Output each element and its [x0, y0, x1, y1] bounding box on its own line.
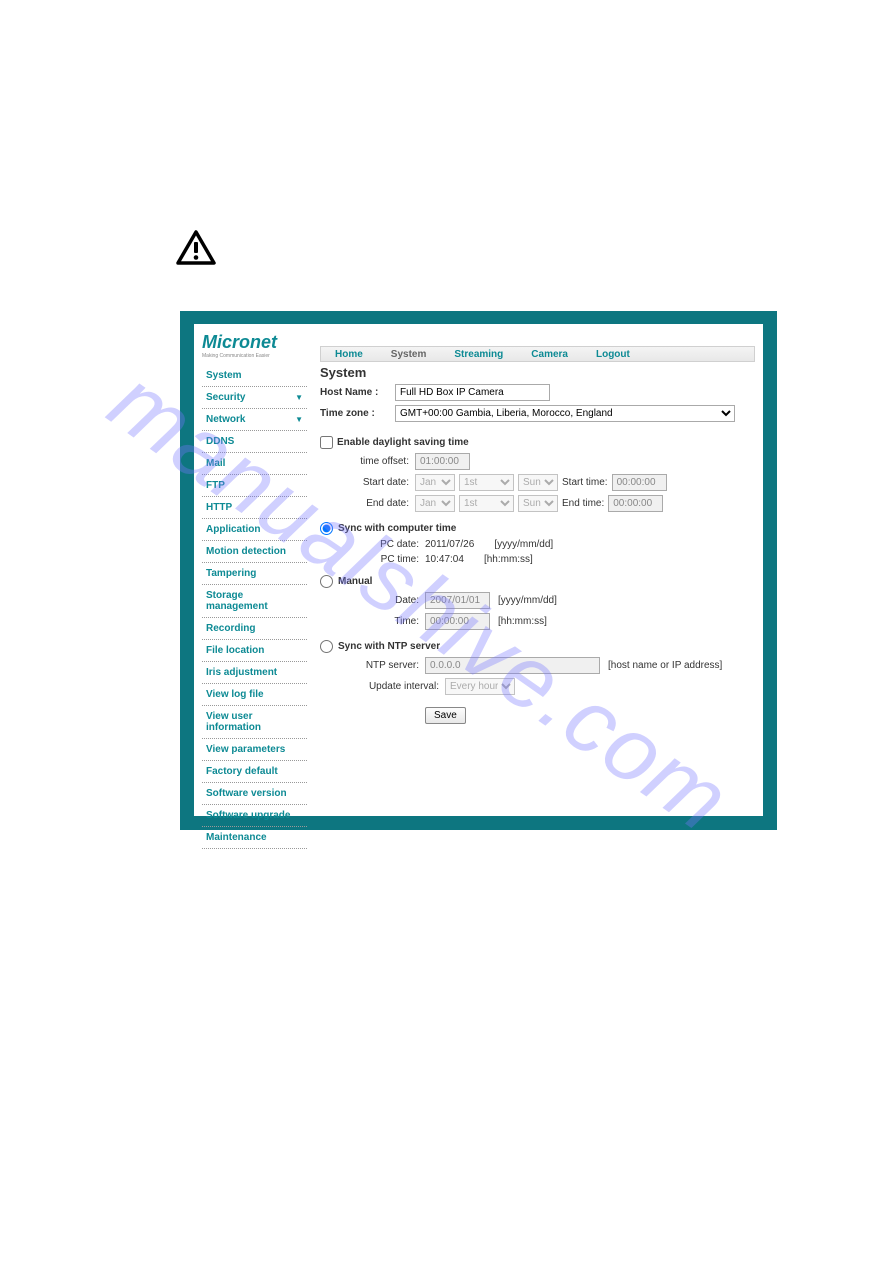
- end-date-label: End date:: [320, 498, 415, 509]
- nav-camera[interactable]: Camera: [517, 349, 582, 360]
- page-title: System: [320, 365, 755, 380]
- ntp-server-hint: [host name or IP address]: [608, 660, 722, 671]
- sidebar-item-file-location[interactable]: File location: [202, 640, 307, 662]
- chevron-down-icon: ▼: [295, 415, 303, 424]
- sidebar-item-maintenance[interactable]: Maintenance: [202, 827, 307, 849]
- start-day-select[interactable]: Sun: [518, 474, 558, 491]
- pc-date-label: PC date:: [360, 539, 425, 550]
- sidebar-item-application[interactable]: Application: [202, 519, 307, 541]
- sidebar-item-ddns[interactable]: DDNS: [202, 431, 307, 453]
- start-date-label: Start date:: [320, 477, 415, 488]
- warning-icon: [176, 230, 216, 269]
- pc-time-value: 10:47:04: [425, 554, 464, 565]
- sidebar-item-mail[interactable]: Mail: [202, 453, 307, 475]
- sync-computer-radio[interactable]: [320, 522, 333, 535]
- sidebar-item-tampering[interactable]: Tampering: [202, 563, 307, 585]
- time-offset-label: time offset:: [320, 456, 415, 467]
- sidebar-item-iris-adjustment[interactable]: Iris adjustment: [202, 662, 307, 684]
- manual-time-hint: [hh:mm:ss]: [498, 616, 547, 627]
- sidebar-item-system[interactable]: System: [202, 365, 307, 387]
- start-month-select[interactable]: Jan: [415, 474, 455, 491]
- sidebar: System Security▼ Network▼ DDNS Mail FTP …: [202, 365, 307, 849]
- main-content: System Host Name : Time zone : GMT+00:00…: [320, 365, 755, 724]
- top-navigation: Home System Streaming Camera Logout: [320, 346, 755, 362]
- end-time-label: End time:: [562, 498, 604, 509]
- pc-date-value: 2011/07/26: [425, 539, 474, 550]
- timezone-label: Time zone :: [320, 408, 395, 419]
- save-button[interactable]: Save: [425, 707, 466, 724]
- sidebar-item-view-parameters[interactable]: View parameters: [202, 739, 307, 761]
- manual-date-hint: [yyyy/mm/dd]: [498, 595, 557, 606]
- sidebar-item-view-log-file[interactable]: View log file: [202, 684, 307, 706]
- sidebar-item-factory-default[interactable]: Factory default: [202, 761, 307, 783]
- timezone-select[interactable]: GMT+00:00 Gambia, Liberia, Morocco, Engl…: [395, 405, 735, 422]
- end-day-select[interactable]: Sun: [518, 495, 558, 512]
- manual-time-label: Time:: [360, 616, 425, 627]
- pc-time-label: PC time:: [360, 554, 425, 565]
- manual-time-input[interactable]: [425, 613, 490, 630]
- manual-label: Manual: [338, 576, 372, 587]
- sidebar-item-network[interactable]: Network▼: [202, 409, 307, 431]
- pc-time-hint: [hh:mm:ss]: [484, 554, 533, 565]
- app-window: Micronet Making Communication Easier Hom…: [180, 311, 777, 830]
- ntp-server-label: NTP server:: [360, 660, 425, 671]
- sidebar-item-motion-detection[interactable]: Motion detection: [202, 541, 307, 563]
- hostname-label: Host Name :: [320, 387, 395, 398]
- manual-radio[interactable]: [320, 575, 333, 588]
- start-week-select[interactable]: 1st: [459, 474, 514, 491]
- sidebar-item-ftp[interactable]: FTP: [202, 475, 307, 497]
- nav-streaming[interactable]: Streaming: [440, 349, 517, 360]
- sidebar-item-storage-management[interactable]: Storage management: [202, 585, 307, 618]
- sidebar-item-security[interactable]: Security▼: [202, 387, 307, 409]
- time-offset-input[interactable]: [415, 453, 470, 470]
- brand-logo: Micronet Making Communication Easier: [202, 332, 277, 359]
- dst-checkbox[interactable]: [320, 436, 333, 449]
- sync-computer-label: Sync with computer time: [338, 523, 456, 534]
- pc-date-hint: [yyyy/mm/dd]: [494, 539, 553, 550]
- nav-system[interactable]: System: [377, 349, 441, 360]
- hostname-input[interactable]: [395, 384, 550, 401]
- sidebar-item-software-upgrade[interactable]: Software upgrade: [202, 805, 307, 827]
- ntp-radio[interactable]: [320, 640, 333, 653]
- start-time-label: Start time:: [562, 477, 608, 488]
- update-interval-label: Update interval:: [360, 681, 445, 692]
- manual-date-input[interactable]: [425, 592, 490, 609]
- ntp-label: Sync with NTP server: [338, 641, 440, 652]
- ntp-server-input[interactable]: [425, 657, 600, 674]
- nav-home[interactable]: Home: [321, 349, 377, 360]
- dst-label: Enable daylight saving time: [337, 437, 469, 448]
- start-time-input[interactable]: [612, 474, 667, 491]
- update-interval-select[interactable]: Every hour: [445, 678, 515, 695]
- nav-logout[interactable]: Logout: [582, 349, 644, 360]
- end-time-input[interactable]: [608, 495, 663, 512]
- sidebar-item-recording[interactable]: Recording: [202, 618, 307, 640]
- sidebar-item-software-version[interactable]: Software version: [202, 783, 307, 805]
- chevron-down-icon: ▼: [295, 393, 303, 402]
- sidebar-item-http[interactable]: HTTP: [202, 497, 307, 519]
- end-week-select[interactable]: 1st: [459, 495, 514, 512]
- manual-date-label: Date:: [360, 595, 425, 606]
- sidebar-item-view-user-information[interactable]: View user information: [202, 706, 307, 739]
- end-month-select[interactable]: Jan: [415, 495, 455, 512]
